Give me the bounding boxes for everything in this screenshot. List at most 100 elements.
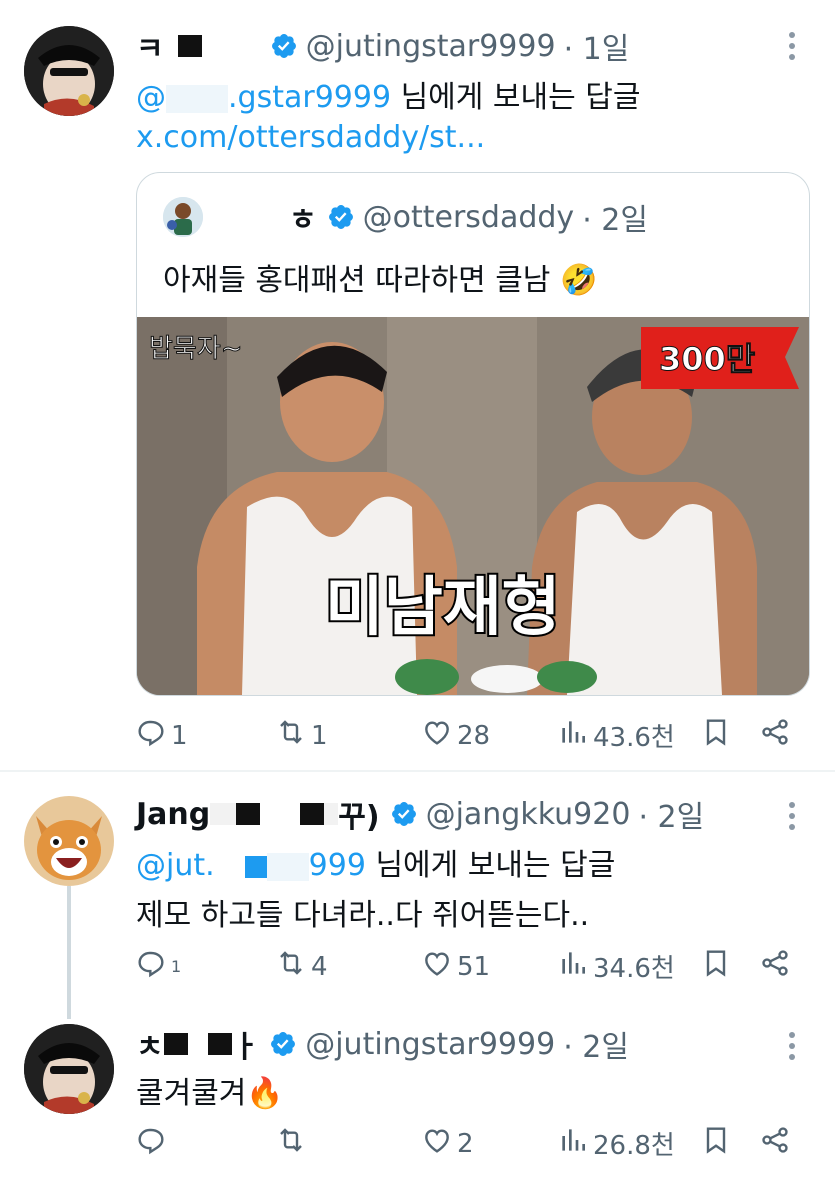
- like-count: 28: [457, 720, 491, 751]
- display-name[interactable]: ㅊ: [136, 1022, 164, 1066]
- tweet-1[interactable]: ㅋ @jutingstar9999 · 1일 @ .gstar9999 님에게 보…: [0, 0, 835, 770]
- retweet-button[interactable]: 4: [275, 947, 328, 986]
- redacted-name: [300, 803, 325, 825]
- reply-icon: [135, 1124, 167, 1163]
- like-button[interactable]: 51: [421, 947, 490, 986]
- avatar[interactable]: [24, 1024, 114, 1114]
- avatar[interactable]: [24, 796, 114, 886]
- bookmark-icon: [700, 716, 732, 755]
- like-count: 2: [457, 1128, 474, 1159]
- more-icon[interactable]: [789, 802, 797, 830]
- bookmark-button[interactable]: [700, 716, 732, 755]
- share-icon: [759, 716, 791, 755]
- bookmark-button[interactable]: [700, 947, 732, 986]
- views-icon: [557, 1124, 589, 1163]
- verified-icon: [270, 32, 298, 60]
- tweet-actions: 1 4 51 34.6천: [135, 947, 795, 987]
- redacted-name: [163, 1033, 188, 1055]
- tweet-text: 제모 하고들 다녀라..다 쥐어뜯는다..: [136, 898, 590, 933]
- like-button[interactable]: 2: [421, 1124, 474, 1163]
- views-icon: [557, 947, 589, 986]
- avatar-image: [24, 1024, 114, 1114]
- redacted-name: [207, 1033, 232, 1055]
- media-photo: 밥묵자~ 300만 미남재형: [137, 317, 809, 695]
- redacted-name: [201, 35, 260, 57]
- redacted-handle: [244, 855, 267, 878]
- timestamp[interactable]: · 2일: [563, 1022, 629, 1066]
- retweet-icon: [275, 947, 307, 986]
- more-icon[interactable]: [789, 1032, 797, 1060]
- views-button[interactable]: 43.6천: [557, 716, 675, 755]
- tweet-2[interactable]: Jang 꾸) @jangkku920 · 2일 @jut. 999 님에게 보내…: [0, 772, 835, 1012]
- media-overlay-text: 미남재형: [325, 571, 561, 645]
- views-button[interactable]: 26.8천: [557, 1124, 675, 1163]
- reply-button[interactable]: 1: [135, 716, 188, 755]
- quoted-tweet[interactable]: ㅎ @ottersdaddy · 2일 아재들 홍대패션 따라하면 클남 🤣 밥…: [136, 172, 810, 696]
- views-button[interactable]: 34.6천: [557, 947, 675, 986]
- handle[interactable]: @jutingstar9999: [306, 29, 556, 64]
- timestamp[interactable]: · 1일: [564, 24, 630, 68]
- tweet-link[interactable]: x.com/ottersdaddy/st...: [136, 120, 485, 155]
- reply-to-prefix[interactable]: @: [136, 80, 166, 115]
- quoted-media-image[interactable]: 밥묵자~ 300만 미남재형: [137, 317, 809, 695]
- tweet-3[interactable]: ㅊ ㅏ @jutingstar9999 · 2일 쿨겨쿨겨🔥 2 26.8천: [0, 1012, 835, 1177]
- like-button[interactable]: 28: [421, 716, 490, 755]
- retweet-icon: [275, 1124, 307, 1163]
- share-button[interactable]: [759, 947, 791, 986]
- retweet-button[interactable]: [275, 1124, 311, 1163]
- display-name-end[interactable]: ㅏ: [232, 1022, 260, 1066]
- redacted-name: [236, 803, 261, 825]
- reply-to-suffix: 님에게 보내는 답글: [391, 80, 641, 115]
- redacted-handle: [166, 84, 228, 113]
- quoted-header: ㅎ @ottersdaddy · 2일: [289, 195, 648, 239]
- reply-icon: [135, 947, 167, 986]
- reply-to-handle[interactable]: .gstar9999: [228, 80, 391, 115]
- share-button[interactable]: [759, 716, 791, 755]
- retweet-button[interactable]: 1: [275, 716, 328, 755]
- display-name-end[interactable]: 꾸): [338, 792, 379, 836]
- redacted-handle: [214, 852, 245, 881]
- quoted-avatar-image: [163, 197, 203, 237]
- reply-count: 1: [171, 720, 188, 751]
- bookmark-icon: [700, 1124, 732, 1163]
- handle[interactable]: @jangkku920: [426, 797, 631, 832]
- redacted-name: [210, 803, 237, 825]
- share-icon: [759, 1124, 791, 1163]
- like-icon: [421, 1124, 453, 1163]
- tweet-text: 쿨겨쿨겨🔥: [136, 1076, 284, 1111]
- quoted-handle[interactable]: @ottersdaddy: [363, 200, 575, 235]
- avatar-image: [24, 26, 114, 116]
- reply-icon: [135, 716, 167, 755]
- media-badge: 300만: [641, 327, 799, 389]
- retweet-count: 1: [311, 720, 328, 751]
- quoted-timestamp[interactable]: · 2일: [582, 195, 648, 239]
- display-name[interactable]: Jang: [136, 797, 210, 832]
- quoted-avatar[interactable]: [163, 197, 203, 237]
- quoted-display-name[interactable]: ㅎ: [289, 195, 317, 239]
- reply-context: @ .gstar9999 님에게 보내는 답글: [136, 72, 640, 116]
- avatar[interactable]: [24, 26, 114, 116]
- tweet-header: Jang 꾸) @jangkku920 · 2일: [136, 792, 704, 836]
- bookmark-button[interactable]: [700, 1124, 732, 1163]
- verified-icon: [269, 1030, 297, 1058]
- reply-button[interactable]: [135, 1124, 171, 1163]
- reply-to-suffix: 님에게 보내는 답글: [365, 848, 616, 883]
- avatar-image: [24, 796, 114, 886]
- reply-to-handle[interactable]: 999: [309, 848, 366, 883]
- reply-to-prefix[interactable]: @jut.: [136, 848, 215, 883]
- display-name[interactable]: ㅋ: [136, 24, 164, 68]
- bookmark-icon: [700, 947, 732, 986]
- verified-icon: [390, 800, 418, 828]
- thread-connector: [67, 886, 71, 1019]
- handle[interactable]: @jutingstar9999: [305, 1027, 555, 1062]
- tweet-actions: 1 1 28 43.6천: [135, 716, 795, 756]
- share-button[interactable]: [759, 1124, 791, 1163]
- more-icon[interactable]: [789, 32, 797, 60]
- redacted-name: [324, 803, 339, 825]
- views-count: 26.8천: [593, 1131, 675, 1161]
- tweet-header: ㅋ @jutingstar9999 · 1일: [136, 24, 629, 68]
- redacted-name: [187, 1033, 208, 1055]
- timestamp[interactable]: · 2일: [638, 792, 704, 836]
- reply-button[interactable]: 1: [135, 947, 181, 986]
- share-icon: [759, 947, 791, 986]
